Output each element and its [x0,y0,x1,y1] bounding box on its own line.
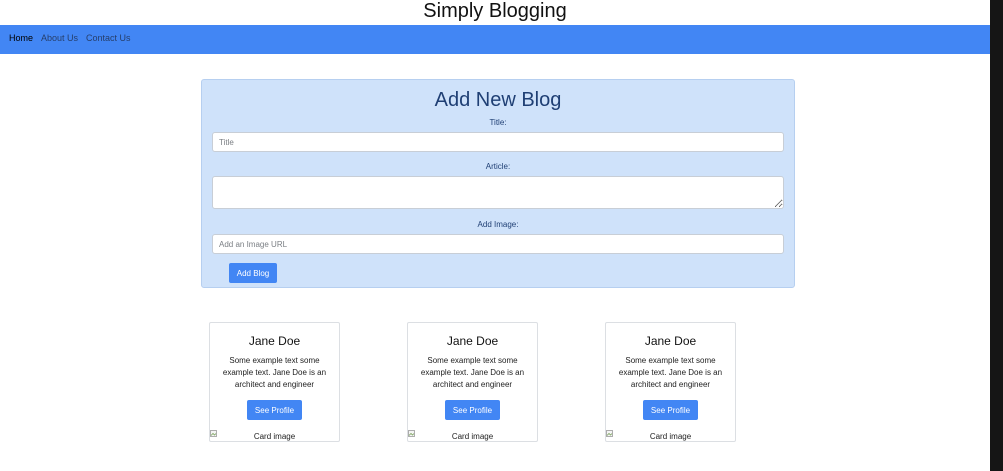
title-input[interactable] [212,132,784,152]
card-title: Jane Doe [644,334,697,348]
card-text: Some example text some example text. Jan… [420,356,525,389]
card-image-alt: Card image [451,432,494,441]
title-label: Title: [489,118,507,127]
card-text: Some example text some example text. Jan… [222,356,327,389]
site-title: Simply Blogging [423,0,567,22]
see-profile-button[interactable]: See Profile [445,400,500,420]
image-url-input[interactable] [212,234,784,254]
article-textarea[interactable] [212,176,784,209]
card-text: Some example text some example text. Jan… [618,356,723,389]
add-blog-button[interactable]: Add Blog [229,263,277,283]
see-profile-button[interactable]: See Profile [643,400,698,420]
card-image-alt: Card image [649,432,692,441]
window-edge [990,0,1003,471]
card-image-alt: Card image [253,432,296,441]
profile-card: Jane Doe Some example text some example … [209,322,340,442]
profile-card: Jane Doe Some example text some example … [605,322,736,442]
article-label: Article: [485,162,511,171]
form-heading: Add New Blog [434,89,562,111]
see-profile-button[interactable]: See Profile [247,400,302,420]
card-title: Jane Doe [248,334,301,348]
nav-about-us[interactable]: About Us [41,33,78,44]
navbar: Home About Us Contact Us [0,25,990,54]
nav-contact-us[interactable]: Contact Us [86,33,131,44]
card-title: Jane Doe [446,334,499,348]
card-image: Card image [210,430,339,442]
card-image: Card image [606,430,735,442]
image-label: Add Image: [477,220,519,229]
add-blog-form: Add New Blog Title: Article: Add Image: … [201,79,795,288]
nav-home[interactable]: Home [9,33,33,44]
card-image: Card image [408,430,537,442]
page: Simply Blogging Home About Us Contact Us… [0,0,990,471]
profile-card: Jane Doe Some example text some example … [407,322,538,442]
